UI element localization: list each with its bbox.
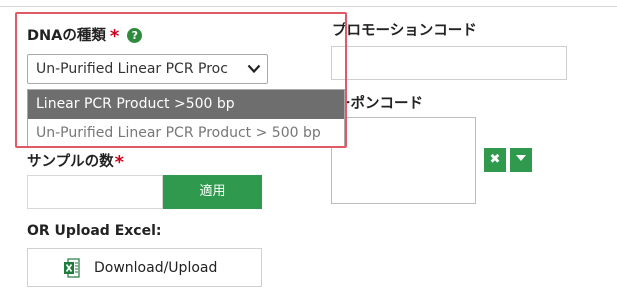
dna-type-selected-value: Un-Purified Linear PCR Proc xyxy=(36,61,228,77)
top-divider xyxy=(0,0,617,7)
promo-code-input[interactable] xyxy=(331,46,567,80)
dropdown-option-unpurified-linear-pcr[interactable]: Un-Purified Linear PCR Product > 500 bp xyxy=(28,119,344,148)
coupon-menu-button[interactable] xyxy=(510,148,532,172)
upload-excel-label: OR Upload Excel: xyxy=(27,223,162,239)
question-circle-icon[interactable]: ? xyxy=(127,28,143,43)
dropdown-option-linear-pcr[interactable]: Linear PCR Product >500 bp xyxy=(28,90,344,119)
close-icon: ✖ xyxy=(489,152,501,167)
chevron-down-icon xyxy=(247,64,261,74)
required-mark: * xyxy=(114,152,124,173)
coupon-code-label: ーポンコード xyxy=(336,96,423,112)
coupon-remove-button[interactable]: ✖ xyxy=(484,148,506,172)
sample-count-input[interactable] xyxy=(27,175,163,209)
dna-type-dropdown: Linear PCR Product >500 bp Un-Purified L… xyxy=(27,89,345,147)
excel-icon xyxy=(64,258,80,278)
sample-count-label: サンプルの数* xyxy=(27,150,124,173)
download-upload-label: Download/Upload xyxy=(94,260,218,276)
dna-type-label: DNAの種類 *? xyxy=(27,24,143,47)
sample-count-label-text: サンプルの数 xyxy=(27,154,114,170)
apply-button[interactable]: 適用 xyxy=(163,175,262,209)
caret-down-icon xyxy=(516,155,526,161)
download-upload-button[interactable]: Download/Upload xyxy=(27,248,262,287)
coupon-code-textarea[interactable] xyxy=(331,117,476,204)
dna-type-label-text: DNAの種類 xyxy=(27,28,106,44)
required-mark: * xyxy=(109,26,120,47)
promo-code-label: プロモーションコード xyxy=(332,23,477,39)
dna-type-select[interactable]: Un-Purified Linear PCR Proc xyxy=(27,54,268,84)
